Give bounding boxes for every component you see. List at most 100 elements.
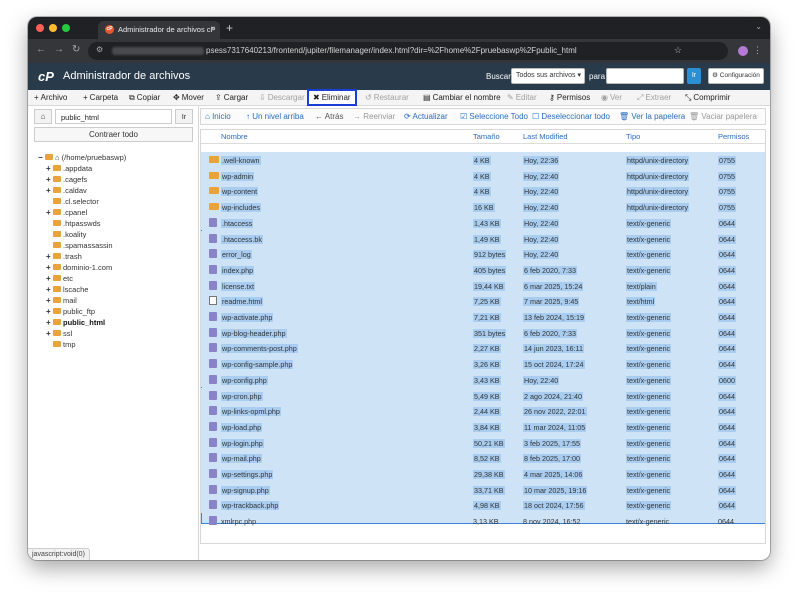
tree-item[interactable]: + .cagefs	[46, 174, 87, 185]
tree-item[interactable]: .htpasswds	[46, 218, 101, 229]
tree-item[interactable]: + .appdata	[46, 163, 92, 174]
expand-icon[interactable]: +	[46, 207, 53, 218]
table-row[interactable]: license.txt 19,44 KB 6 mar 2025, 15:24 text…	[201, 277, 765, 294]
rename-button[interactable]: ▤ Cambiar el nombre	[423, 90, 501, 106]
browser-menu-icon[interactable]: ⋮	[753, 45, 762, 56]
tree-item[interactable]: + .trash	[46, 251, 82, 262]
back-button[interactable]: ← Atrás	[315, 109, 343, 124]
tab-search-icon[interactable]: ⌄	[755, 22, 762, 31]
upload-button[interactable]: ⇪ Cargar	[215, 90, 248, 106]
tree-item[interactable]: + dominio-1.com	[46, 262, 112, 273]
delete-button[interactable]: ✖ Eliminar	[307, 89, 357, 106]
reload-icon[interactable]: ↻	[72, 44, 80, 55]
close-window-button[interactable]	[36, 24, 44, 32]
edit-button[interactable]: ✎ Editar	[507, 90, 537, 106]
expand-icon[interactable]: +	[46, 174, 53, 185]
expand-icon[interactable]: +	[46, 306, 53, 317]
tree-item[interactable]: + etc	[46, 273, 73, 284]
table-row[interactable]: wp-links-opml.php 2,44 KB 26 nov 2022, 22:…	[201, 403, 765, 419]
table-row[interactable]: wp-content 4 KB Hoy, 22:40 httpd/unix-direc…	[201, 183, 765, 200]
minimize-window-button[interactable]	[49, 24, 57, 32]
view-button[interactable]: ◉ Ver	[601, 90, 622, 106]
collapse-all-button[interactable]: Contraer todo	[34, 127, 193, 142]
table-row[interactable]: wp-blog-header.php 351 bytes 6 feb 2020, 7…	[201, 324, 765, 341]
close-tab-icon[interactable]: ×	[210, 24, 215, 33]
path-go-button[interactable]: Ir	[175, 109, 193, 124]
table-row[interactable]: wp-trackback.php 4,98 KB 18 oct 2024, 17:5…	[201, 497, 765, 514]
expand-icon[interactable]: +	[46, 328, 53, 339]
settings-button[interactable]: ⚙ Configuración	[708, 68, 764, 84]
expand-icon[interactable]: +	[46, 251, 53, 262]
tree-item[interactable]: .spamassassin	[46, 240, 113, 251]
column-header-modified[interactable]: Last Modified	[523, 132, 568, 141]
home-icon[interactable]: ⌂	[34, 109, 52, 124]
up-level-button[interactable]: ↑ Un nivel arriba	[246, 109, 304, 124]
table-row[interactable]: wp-admin 4 KB Hoy, 22:40 httpd/unix-directo…	[201, 167, 765, 184]
compress-button[interactable]: ⤡ Comprimir	[685, 90, 730, 106]
tree-item[interactable]: .cl.selector	[46, 196, 99, 207]
table-row[interactable]: wp-config-sample.php 3,26 KB 15 oct 2024, …	[201, 356, 765, 372]
table-row[interactable]: wp-signup.php 33,71 KB 10 mar 2025, 19:16 t…	[201, 481, 765, 498]
table-row[interactable]: wp-settings.php 29,38 KB 4 mar 2025, 14:06…	[201, 466, 765, 482]
table-row[interactable]: wp-cron.php 5,49 KB 2 ago 2024, 21:40 text/…	[201, 387, 765, 404]
table-row[interactable]: wp-login.php 50,21 KB 3 feb 2025, 17:55 tex…	[201, 434, 765, 451]
table-row[interactable]: error_log 912 bytes Hoy, 22:40 text/x-gener…	[201, 246, 765, 262]
column-header-permissions[interactable]: Permisos	[718, 132, 749, 141]
search-input[interactable]	[606, 68, 684, 84]
deselect-all-button[interactable]: ☐ Deseleccionar todo	[532, 109, 610, 124]
table-row[interactable]: wp-mail.php 8,52 KB 8 feb 2025, 17:00 text/…	[201, 450, 765, 466]
expand-icon[interactable]: +	[46, 185, 53, 196]
tree-item[interactable]: + ssl	[46, 328, 72, 339]
expand-icon[interactable]: +	[46, 317, 53, 328]
expand-icon[interactable]: +	[46, 273, 53, 284]
table-row[interactable]: wp-includes 16 KB Hoy, 22:40 httpd/unix-dir…	[201, 199, 765, 215]
refresh-button[interactable]: ⟳ Actualizar	[404, 109, 448, 124]
expand-icon[interactable]: +	[46, 163, 53, 174]
table-row[interactable]: index.php 405 bytes 6 feb 2020, 7:33 text/x…	[201, 261, 765, 278]
expand-icon[interactable]: +	[46, 284, 53, 295]
table-row[interactable]: .htaccess 1,43 KB Hoy, 22:40 text/x-generic…	[201, 214, 765, 231]
table-row[interactable]: readme.html 7,25 KB 7 mar 2025, 9:45 text/h…	[201, 293, 765, 309]
forward-icon[interactable]: →	[54, 44, 64, 55]
address-bar[interactable]: ⚙ psess7317640213/frontend/jupiter/filem…	[88, 42, 728, 60]
table-row[interactable]: wp-comments-post.php 2,27 KB 14 jun 2023, …	[201, 340, 765, 357]
download-button[interactable]: ⇩ Descargar	[259, 90, 305, 106]
expand-icon[interactable]: +	[46, 262, 53, 273]
table-row[interactable]: .well-known 4 KB Hoy, 22:36 httpd/unix-dire…	[201, 152, 765, 168]
column-header-name[interactable]: Nombre	[221, 132, 248, 141]
tree-item[interactable]: + mail	[46, 295, 77, 306]
table-row[interactable]: wp-config.php 3,43 KB Hoy, 22:40 text/x-gen…	[201, 371, 765, 388]
tree-item[interactable]: + .cpanel	[46, 207, 87, 218]
back-icon[interactable]: ←	[36, 44, 46, 55]
browser-tab[interactable]: cP Administrador de archivos cP ×	[98, 21, 220, 39]
tree-item[interactable]: + .caldav	[46, 185, 87, 196]
maximize-window-button[interactable]	[62, 24, 70, 32]
copy-button[interactable]: ⧉ Copiar	[129, 90, 160, 106]
table-row[interactable]: wp-activate.php 7,21 KB 13 feb 2024, 15:19…	[201, 309, 765, 325]
search-go-button[interactable]: Ir	[687, 68, 701, 84]
home-button[interactable]: ⌂ Inicio	[205, 109, 231, 124]
select-all-button[interactable]: ☑ Seleccione Todo	[460, 109, 528, 124]
table-row[interactable]: wp-load.php 3,84 KB 11 mar 2024, 11:05 text…	[201, 418, 765, 435]
new-folder-button[interactable]: + Carpeta	[83, 90, 118, 106]
tree-item[interactable]: + public_ftp	[46, 306, 95, 317]
tree-item[interactable]: .koality	[46, 229, 86, 240]
column-header-size[interactable]: Tamaño	[473, 132, 500, 141]
view-trash-button[interactable]: 🗑 Ver la papelera	[619, 109, 685, 124]
column-header-type[interactable]: Tipo	[626, 132, 640, 141]
restore-button[interactable]: ↺ Restaurar	[365, 90, 409, 106]
table-row[interactable]: .htaccess.bk 1,49 KB Hoy, 22:40 text/x-gene…	[201, 230, 765, 247]
expand-icon[interactable]: +	[46, 295, 53, 306]
new-tab-button[interactable]: +	[226, 21, 233, 35]
extract-button[interactable]: ⤢ Extraer	[637, 90, 671, 106]
table-row[interactable]: xmlrpc.php 3,13 KB 8 nov 2024, 16:52 text/x…	[201, 513, 765, 529]
path-input[interactable]: public_html	[55, 109, 172, 124]
collapse-icon[interactable]: −	[38, 152, 45, 163]
move-button[interactable]: ✥ Mover	[173, 90, 204, 106]
permissions-button[interactable]: ⚷ Permisos	[549, 90, 590, 106]
tree-item[interactable]: tmp	[46, 339, 76, 350]
tree-root[interactable]: − ⌂ (/home/pruebaswp)	[38, 152, 126, 163]
new-file-button[interactable]: + Archivo	[34, 90, 67, 106]
site-settings-icon[interactable]: ⚙	[96, 45, 103, 54]
bookmark-star-icon[interactable]: ☆	[674, 45, 682, 56]
